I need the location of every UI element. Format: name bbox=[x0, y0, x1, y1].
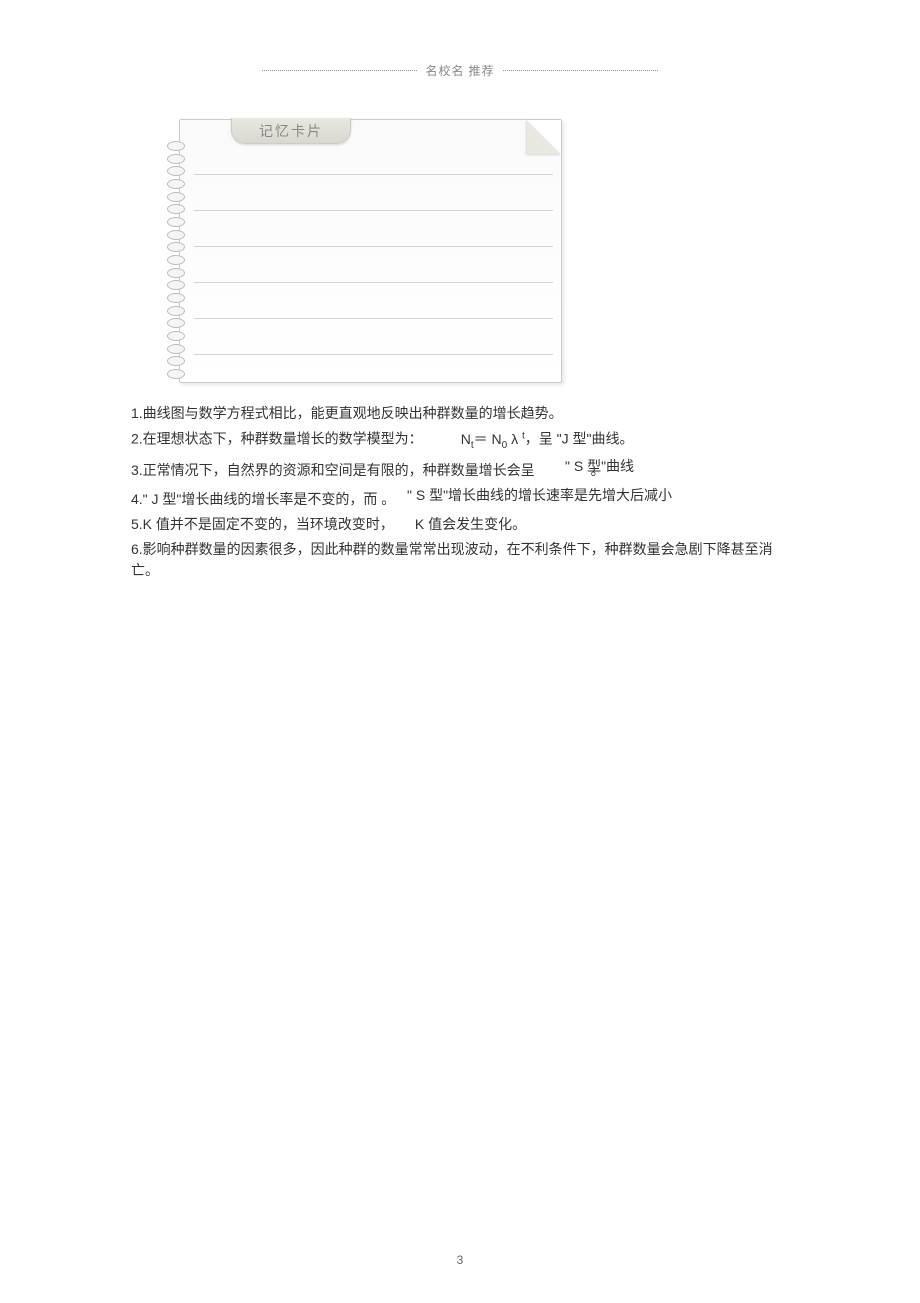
ruled-line bbox=[194, 282, 553, 283]
binding-ring bbox=[167, 192, 185, 202]
page-fold-top bbox=[527, 120, 561, 154]
header-decor-right bbox=[503, 70, 658, 71]
sym-lambda: λ bbox=[511, 431, 518, 447]
header-text: 名校名 推荐 bbox=[417, 62, 502, 79]
page-number: 3 bbox=[0, 1253, 920, 1267]
binding-ring bbox=[167, 280, 185, 290]
binding-ring bbox=[167, 255, 185, 265]
binding-ring bbox=[167, 179, 185, 189]
line2-prefix: 2.在理想状态下，种群数量增长的数学模型为： bbox=[131, 431, 423, 447]
text-line-5: 5.K 值并不是固定不变的，当环境改变时， K 值会发生变化。 bbox=[131, 514, 791, 535]
binding-ring bbox=[167, 293, 185, 303]
binding-ring bbox=[167, 306, 185, 316]
binding-ring bbox=[167, 318, 185, 328]
spiral-binding bbox=[167, 141, 185, 379]
binding-ring bbox=[167, 154, 185, 164]
sym-sub-0: 0 bbox=[502, 439, 508, 450]
ruled-line bbox=[194, 246, 553, 247]
ruled-line bbox=[194, 174, 553, 175]
ruled-line bbox=[194, 210, 553, 211]
binding-ring bbox=[167, 344, 185, 354]
ruled-line bbox=[194, 354, 553, 355]
header-decor-left bbox=[262, 70, 417, 71]
formula: Nt＝ N0 λ t bbox=[461, 431, 525, 447]
memory-card-notebook: 记忆卡片 bbox=[167, 119, 562, 383]
header: 名校名 推荐 bbox=[0, 0, 920, 79]
text-line-3: 3.正常情况下，自然界的资源和空间是有限的，种群数量增长会呈 。 bbox=[131, 460, 791, 481]
sym-N0: N bbox=[491, 431, 501, 447]
sym-N: N bbox=[461, 431, 471, 447]
ruled-line bbox=[194, 318, 553, 319]
binding-ring bbox=[167, 217, 185, 227]
binding-ring bbox=[167, 369, 185, 379]
binding-ring bbox=[167, 166, 185, 176]
text-line-6: 6.影响种群数量的因素很多，因此种群的数量常常出现波动，在不利条件下，种群数量会… bbox=[131, 539, 791, 581]
binding-ring bbox=[167, 230, 185, 240]
text-line-2: 2.在理想状态下，种群数量增长的数学模型为： Nt＝ N0 λ t，呈 "J 型"… bbox=[131, 428, 791, 452]
text-line-4: 4." J 型"增长曲线的增长率是不变的，而 。 bbox=[131, 489, 791, 510]
sym-eq: ＝ bbox=[474, 431, 488, 447]
text-line-1: 1.曲线图与数学方程式相比，能更直观地反映出种群数量的增长趋势。 bbox=[131, 403, 791, 424]
binding-ring bbox=[167, 141, 185, 151]
binding-ring bbox=[167, 204, 185, 214]
notebook-page bbox=[179, 119, 562, 383]
binding-ring bbox=[167, 356, 185, 366]
line2-suffix: ，呈 "J 型"曲线。 bbox=[525, 431, 634, 447]
page-ruled-lines bbox=[194, 156, 553, 372]
binding-ring bbox=[167, 268, 185, 278]
notebook-tab-label: 记忆卡片 bbox=[231, 118, 351, 144]
document-body-text: 1.曲线图与数学方程式相比，能更直观地反映出种群数量的增长趋势。 2.在理想状态… bbox=[131, 403, 791, 585]
binding-ring bbox=[167, 242, 185, 252]
binding-ring bbox=[167, 331, 185, 341]
